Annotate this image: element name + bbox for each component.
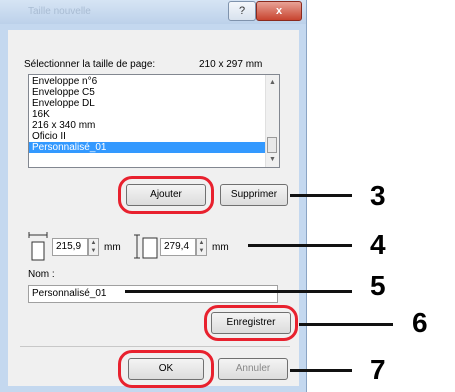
ok-button[interactable]: OK: [128, 358, 204, 380]
callout-line-6: [299, 323, 393, 326]
height-spinner[interactable]: ▲ ▼: [196, 238, 207, 256]
list-item[interactable]: Enveloppe DL: [29, 98, 265, 109]
separator: [20, 346, 290, 347]
callout-3: 3: [370, 180, 386, 211]
spin-down-icon[interactable]: ▼: [89, 247, 98, 255]
scroll-down-icon[interactable]: ▼: [269, 156, 276, 163]
callout-line-7: [290, 369, 352, 372]
height-unit: mm: [212, 242, 229, 253]
name-input[interactable]: Personnalisé_01: [28, 285, 278, 303]
page-size-label: Sélectionner la taille de page:: [24, 59, 156, 70]
list-item[interactable]: Enveloppe n°6: [29, 76, 265, 87]
scroll-up-icon[interactable]: ▲: [269, 79, 276, 86]
page-size-list[interactable]: Enveloppe n°6 Enveloppe C5 Enveloppe DL …: [28, 74, 280, 168]
width-icon: [28, 232, 48, 261]
help-button[interactable]: ?: [228, 1, 256, 21]
save-button[interactable]: Enregistrer: [211, 312, 291, 334]
scroll-thumb[interactable]: [267, 137, 277, 153]
add-button[interactable]: Ajouter: [126, 184, 206, 206]
page-size-value: 210 x 297 mm: [199, 59, 263, 70]
spin-up-icon[interactable]: ▲: [197, 239, 206, 247]
callout-line-4: [248, 244, 352, 247]
callout-line-3: [290, 194, 352, 197]
name-label: Nom :: [28, 269, 55, 280]
close-button[interactable]: x: [256, 1, 302, 21]
window-title: Taille nouvelle: [28, 6, 91, 17]
height-input[interactable]: 279,4: [160, 238, 196, 256]
delete-button[interactable]: Supprimer: [220, 184, 288, 206]
width-unit: mm: [104, 242, 121, 253]
list-item[interactable]: 216 x 340 mm: [29, 120, 265, 131]
list-items: Enveloppe n°6 Enveloppe C5 Enveloppe DL …: [29, 76, 265, 153]
callout-4: 4: [370, 229, 386, 260]
callout-7: 7: [370, 354, 386, 385]
spin-down-icon[interactable]: ▼: [197, 247, 206, 255]
title-bar: Taille nouvelle ? x: [0, 0, 306, 24]
list-item[interactable]: 16K: [29, 109, 265, 120]
callout-line-5: [125, 290, 352, 293]
spin-up-icon[interactable]: ▲: [89, 239, 98, 247]
list-item-selected[interactable]: Personnalisé_01: [29, 142, 265, 153]
width-spinner[interactable]: ▲ ▼: [88, 238, 99, 256]
callout-5: 5: [370, 270, 386, 301]
callout-6: 6: [412, 307, 428, 338]
list-scrollbar[interactable]: ▲ ▼: [265, 75, 279, 167]
list-item[interactable]: Enveloppe C5: [29, 87, 265, 98]
height-icon: [134, 234, 158, 259]
width-input[interactable]: 215,9: [52, 238, 88, 256]
cancel-button[interactable]: Annuler: [218, 358, 288, 380]
list-item[interactable]: Oficio II: [29, 131, 265, 142]
